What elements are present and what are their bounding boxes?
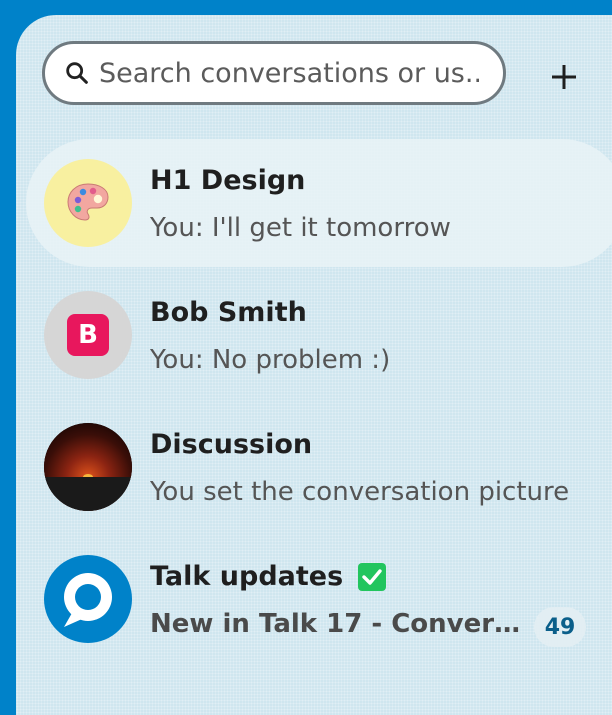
last-message: You set the conversation picture (150, 477, 570, 507)
conversation-item-talk-updates[interactable]: Talk updates New in Talk 17 - Convers...… (26, 535, 612, 663)
conversation-list: H1 Design You: I'll get it tomorrow B Bo… (26, 139, 612, 667)
avatar-letter: B (78, 320, 98, 350)
conversation-name: Bob Smith (150, 297, 307, 328)
avatar: B (44, 291, 132, 379)
conversation-name-row: Talk updates (150, 561, 387, 592)
avatar (44, 555, 132, 643)
search-icon (66, 62, 88, 84)
last-message: You: No problem :) (150, 345, 391, 375)
talk-logo-icon (64, 573, 112, 627)
check-mark-icon (358, 562, 387, 591)
conversation-name: Discussion (150, 429, 313, 460)
unread-count-badge: 49 (534, 607, 586, 647)
sunset-image (44, 423, 132, 511)
search-row (40, 39, 600, 109)
search-box[interactable] (42, 41, 506, 105)
conversation-item-bob-smith[interactable]: B Bob Smith You: No problem :) (26, 271, 612, 399)
conversation-name: H1 Design (150, 165, 306, 196)
avatar (44, 423, 132, 511)
conversation-list-panel: H1 Design You: I'll get it tomorrow B Bo… (16, 15, 612, 715)
last-message: New in Talk 17 - Convers... (150, 609, 522, 639)
conversation-name: Talk updates (150, 561, 344, 592)
conversation-item-h1-design[interactable]: H1 Design You: I'll get it tomorrow (26, 139, 612, 267)
palette-icon (67, 183, 109, 221)
conversation-item-discussion[interactable]: Discussion You set the conversation pict… (26, 403, 612, 531)
add-conversation-button[interactable] (540, 53, 588, 101)
avatar (44, 159, 132, 247)
plus-icon (552, 65, 576, 89)
bob-avatar-badge: B (67, 314, 109, 356)
search-input[interactable] (99, 57, 479, 89)
last-message: You: I'll get it tomorrow (150, 213, 451, 243)
